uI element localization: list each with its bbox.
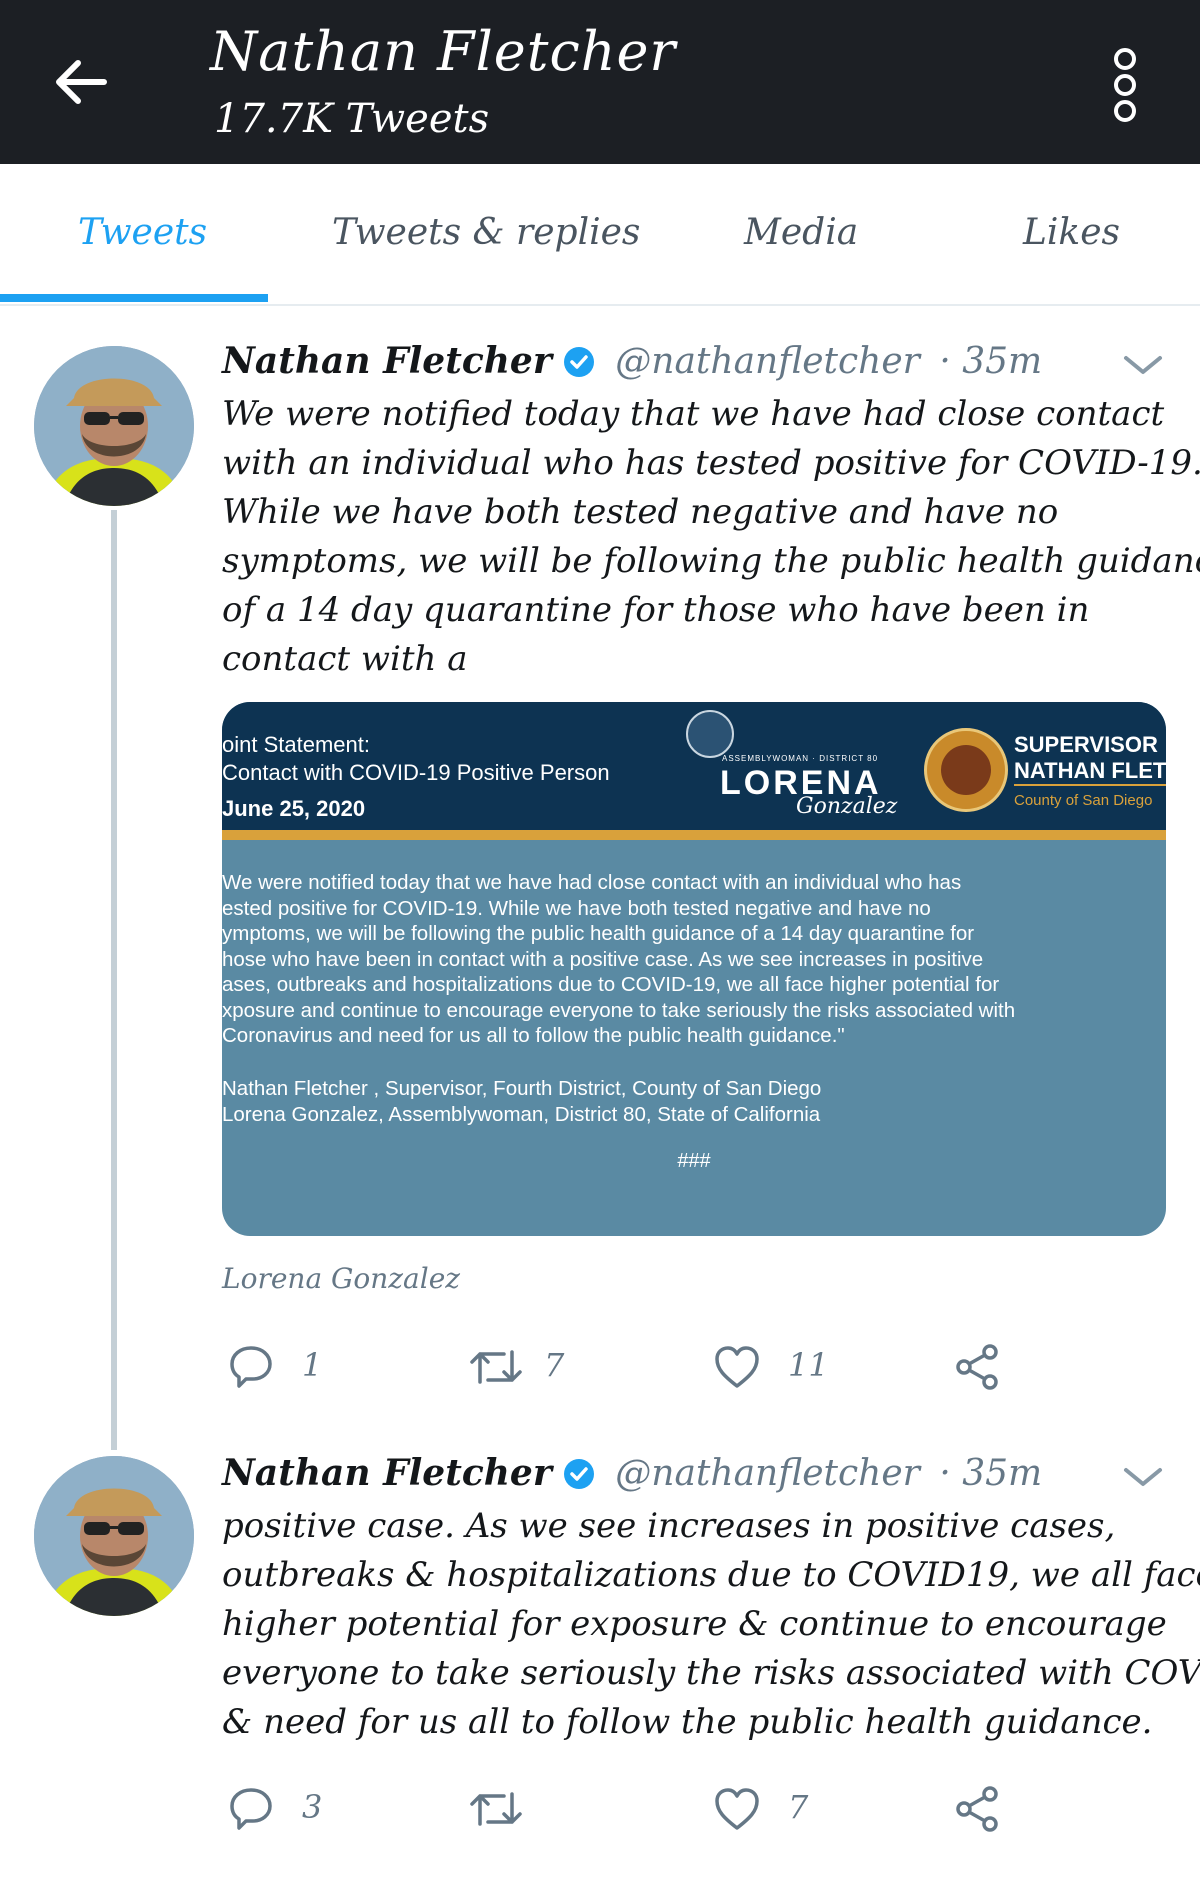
reply-count: 1 bbox=[302, 1346, 323, 1384]
tab-tweets-and-replies[interactable]: Tweets & replies bbox=[332, 212, 640, 253]
thread-line bbox=[111, 510, 117, 1450]
more-options-button[interactable] bbox=[1105, 48, 1145, 122]
statement-date: June 25, 2020 bbox=[222, 796, 366, 821]
back-button[interactable] bbox=[50, 50, 114, 114]
active-tab-indicator bbox=[0, 294, 268, 302]
lorena-signature: Gonzalez bbox=[796, 794, 898, 819]
share-icon bbox=[956, 1344, 998, 1390]
statement-headline: Contact with COVID-19 Positive Person bbox=[222, 760, 610, 785]
arrow-left-icon bbox=[56, 60, 107, 104]
reply-count: 3 bbox=[302, 1788, 323, 1826]
statement-divider bbox=[222, 830, 1166, 840]
reply-icon bbox=[230, 1346, 272, 1388]
avatar[interactable] bbox=[34, 1456, 194, 1616]
tweet-actions: 1 7 11 bbox=[222, 1336, 1022, 1396]
tweet-text: positive case. As we see increases in po… bbox=[222, 1506, 1200, 1742]
tweet-header: Nathan Fletcher @nathanfletcher · 35m bbox=[222, 1452, 1042, 1494]
statement-signatures: Nathan Fletcher , Supervisor, Fourth Dis… bbox=[222, 1077, 822, 1126]
county-seal-icon bbox=[924, 728, 1008, 812]
reply-button[interactable]: 3 bbox=[226, 1778, 346, 1838]
tweet-menu-button[interactable] bbox=[1120, 1462, 1166, 1492]
profile-name-title: Nathan Fletcher bbox=[210, 20, 677, 83]
like-button[interactable]: 7 bbox=[712, 1778, 832, 1838]
tweet-media-image[interactable]: oint Statement: Contact with COVID-19 Po… bbox=[222, 702, 1166, 1236]
tweet-text: We were notified today that we have had … bbox=[222, 394, 1200, 679]
profile-tabs: Tweets Tweets & replies Media Likes bbox=[0, 164, 1200, 306]
tab-tweets[interactable]: Tweets bbox=[78, 212, 207, 253]
retweet-button[interactable]: 7 bbox=[468, 1336, 588, 1396]
heart-icon bbox=[715, 1788, 759, 1830]
media-tag-caption[interactable]: Lorena Gonzalez bbox=[222, 1262, 460, 1295]
reply-button[interactable]: 1 bbox=[226, 1336, 346, 1396]
retweet-count: 7 bbox=[544, 1346, 565, 1384]
supervisor-county: County of San Diego bbox=[1014, 792, 1153, 809]
author-name[interactable]: Nathan Fletcher bbox=[222, 1452, 552, 1494]
statement-body: We were notified today that we have had … bbox=[222, 871, 1016, 1047]
tab-media[interactable]: Media bbox=[744, 212, 858, 253]
retweet-button[interactable] bbox=[468, 1778, 588, 1838]
supervisor-label: SUPERVISOR bbox=[1014, 732, 1158, 757]
reply-icon bbox=[230, 1788, 272, 1830]
like-count: 11 bbox=[788, 1346, 829, 1384]
tweet-count: 17.7K Tweets bbox=[214, 96, 490, 142]
avatar-photo bbox=[34, 346, 194, 506]
author-name[interactable]: Nathan Fletcher bbox=[222, 340, 552, 382]
verified-badge-icon bbox=[563, 1459, 594, 1489]
assembly-subtitle: ASSEMBLYWOMAN · DISTRICT 80 bbox=[722, 754, 879, 763]
author-handle[interactable]: @nathanfletcher bbox=[615, 341, 920, 382]
profile-header: Nathan Fletcher 17.7K Tweets bbox=[0, 0, 1200, 164]
chevron-down-icon bbox=[1124, 1468, 1162, 1486]
tweet-header: Nathan Fletcher @nathanfletcher · 35m bbox=[222, 340, 1042, 382]
supervisor-name: NATHAN FLETCHER bbox=[1014, 758, 1166, 786]
chevron-down-icon bbox=[1124, 356, 1162, 374]
statement-end-mark: ### bbox=[677, 1150, 711, 1172]
tweet-time: · 35m bbox=[939, 341, 1043, 382]
avatar[interactable] bbox=[34, 346, 194, 506]
share-button[interactable] bbox=[952, 1778, 1022, 1838]
share-button[interactable] bbox=[952, 1336, 1022, 1396]
statement-kicker: oint Statement: bbox=[222, 732, 370, 757]
tweet-time: · 35m bbox=[939, 1453, 1043, 1494]
statement-header: oint Statement: Contact with COVID-19 Po… bbox=[222, 702, 1166, 830]
more-vertical-icon bbox=[1114, 48, 1136, 70]
retweet-icon bbox=[470, 1350, 522, 1384]
like-count: 7 bbox=[788, 1788, 809, 1826]
tab-likes[interactable]: Likes bbox=[1023, 212, 1120, 253]
retweet-icon bbox=[470, 1792, 522, 1826]
avatar-photo bbox=[34, 1456, 194, 1616]
tweet-actions: 3 7 bbox=[222, 1778, 1022, 1838]
heart-icon bbox=[715, 1346, 759, 1388]
author-handle[interactable]: @nathanfletcher bbox=[615, 1453, 920, 1494]
tweet-menu-button[interactable] bbox=[1120, 350, 1166, 380]
like-button[interactable]: 11 bbox=[712, 1336, 832, 1396]
assembly-seal-icon bbox=[686, 710, 734, 758]
share-icon bbox=[956, 1786, 998, 1832]
verified-badge-icon bbox=[563, 347, 594, 377]
